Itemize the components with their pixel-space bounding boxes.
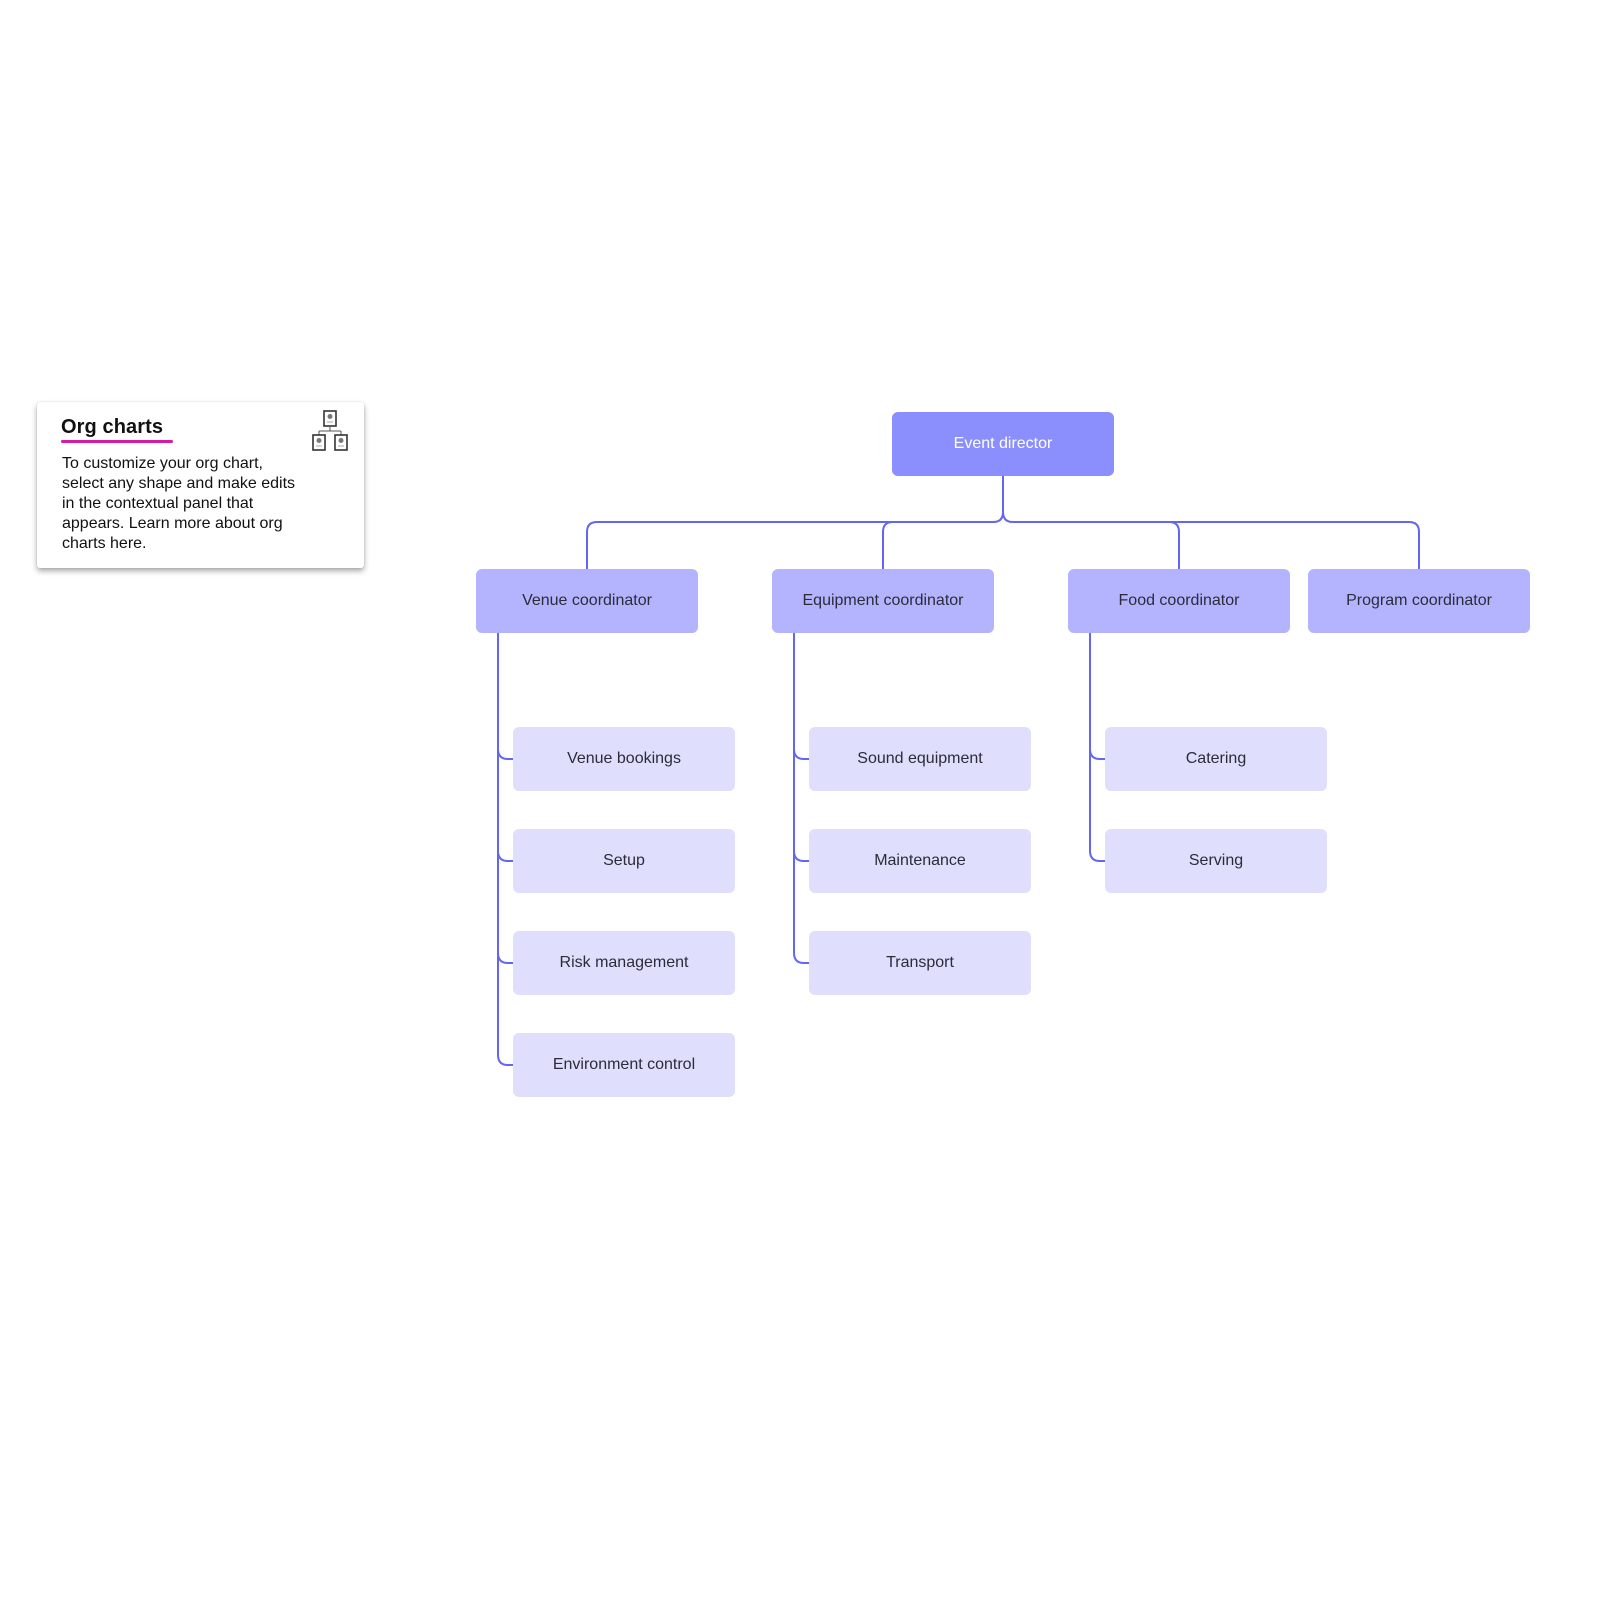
connector-2-1 xyxy=(1089,633,1105,862)
node-2-1[interactable]: Serving xyxy=(1105,829,1327,893)
node-2-0[interactable]: Catering xyxy=(1105,727,1327,791)
connector-1-2 xyxy=(793,633,809,964)
connector-0-0 xyxy=(497,633,513,760)
node-2-1-label: Serving xyxy=(1188,852,1244,869)
connector-0-3 xyxy=(497,633,513,1066)
connector-to-coordinator-0 xyxy=(586,521,993,569)
connector-2-0 xyxy=(1089,633,1105,760)
node-1-0[interactable]: Sound equipment xyxy=(809,727,1031,791)
connector-layer xyxy=(497,476,1420,1066)
node-1-2[interactable]: Transport xyxy=(809,931,1031,995)
node-1-1-label: Maintenance xyxy=(874,852,966,869)
node-0-0[interactable]: Venue bookings xyxy=(513,727,735,791)
node-0-2[interactable]: Risk management xyxy=(513,931,735,995)
connector-1-0 xyxy=(793,633,809,760)
node-0-3-label: Environment control xyxy=(552,1056,696,1073)
connector-root-right xyxy=(1002,511,1014,523)
node-coordinator-3-label: Program coordinator xyxy=(1346,592,1492,609)
node-coordinator-1-label: Equipment coordinator xyxy=(802,592,964,609)
node-1-0-label: Sound equipment xyxy=(857,750,983,767)
node-coordinator-2[interactable]: Food coordinator xyxy=(1068,569,1290,633)
connector-0-2 xyxy=(497,633,513,964)
node-coordinator-1[interactable]: Equipment coordinator xyxy=(772,569,994,633)
connector-root-left xyxy=(992,476,1004,523)
node-coordinator-2-label: Food coordinator xyxy=(1118,592,1240,609)
node-coordinator-0-label: Venue coordinator xyxy=(522,592,652,609)
node-1-2-label: Transport xyxy=(886,954,954,971)
node-0-1-label: Setup xyxy=(603,852,645,869)
connector-to-coordinator-1 xyxy=(882,521,993,569)
node-1-1[interactable]: Maintenance xyxy=(809,829,1031,893)
node-0-1[interactable]: Setup xyxy=(513,829,735,893)
node-coordinator-3[interactable]: Program coordinator xyxy=(1308,569,1530,633)
connector-0-1 xyxy=(497,633,513,862)
node-event-director[interactable]: Event director xyxy=(892,412,1114,476)
node-coordinator-0[interactable]: Venue coordinator xyxy=(476,569,698,633)
connector-to-coordinator-2 xyxy=(1013,521,1180,569)
connector-1-1 xyxy=(793,633,809,862)
node-2-0-label: Catering xyxy=(1185,750,1247,767)
connector-to-coordinator-3 xyxy=(1013,521,1420,569)
node-event-director-label: Event director xyxy=(953,435,1053,452)
node-0-2-label: Risk management xyxy=(559,954,689,971)
node-0-0-label: Venue bookings xyxy=(567,750,681,767)
node-0-3[interactable]: Environment control xyxy=(513,1033,735,1097)
